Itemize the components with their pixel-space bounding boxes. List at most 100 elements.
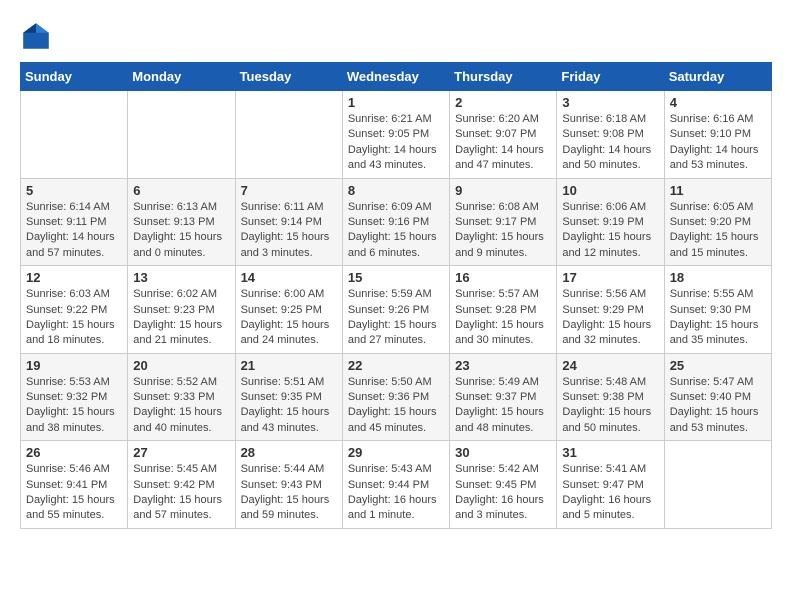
calendar-header: SundayMondayTuesdayWednesdayThursdayFrid…	[21, 63, 772, 91]
calendar-week-5: 26 Sunrise: 5:46 AM Sunset: 9:41 PM Dayli…	[21, 441, 772, 529]
logo-icon	[20, 20, 52, 52]
calendar-cell: 19 Sunrise: 5:53 AM Sunset: 9:32 PM Dayli…	[21, 353, 128, 441]
day-number: 25	[670, 358, 766, 373]
calendar-cell: 9 Sunrise: 6:08 AM Sunset: 9:17 PM Daylig…	[450, 178, 557, 266]
day-info: Sunrise: 5:48 AM Sunset: 9:38 PM Dayligh…	[562, 375, 658, 437]
day-info: Sunrise: 6:16 AM Sunset: 9:10 PM Dayligh…	[670, 112, 766, 174]
weekday-header-saturday: Saturday	[664, 63, 771, 91]
calendar-cell: 12 Sunrise: 6:03 AM Sunset: 9:22 PM Dayli…	[21, 266, 128, 354]
day-info: Sunrise: 5:56 AM Sunset: 9:29 PM Dayligh…	[562, 287, 658, 349]
calendar-cell: 1Sunrise: 6:21 AM Sunset: 9:05 PM Daylig…	[342, 91, 449, 179]
day-info: Sunrise: 5:51 AM Sunset: 9:35 PM Dayligh…	[241, 375, 337, 437]
day-number: 19	[26, 358, 122, 373]
day-number: 28	[241, 445, 337, 460]
day-info: Sunrise: 6:18 AM Sunset: 9:08 PM Dayligh…	[562, 112, 658, 174]
calendar-cell	[235, 91, 342, 179]
day-number: 8	[348, 183, 444, 198]
calendar-table: SundayMondayTuesdayWednesdayThursdayFrid…	[20, 62, 772, 529]
weekday-header-row: SundayMondayTuesdayWednesdayThursdayFrid…	[21, 63, 772, 91]
day-number: 11	[670, 183, 766, 198]
day-number: 31	[562, 445, 658, 460]
calendar-cell: 23 Sunrise: 5:49 AM Sunset: 9:37 PM Dayli…	[450, 353, 557, 441]
calendar-cell: 4Sunrise: 6:16 AM Sunset: 9:10 PM Daylig…	[664, 91, 771, 179]
day-number: 9	[455, 183, 551, 198]
day-number: 3	[562, 95, 658, 110]
calendar-cell: 25 Sunrise: 5:47 AM Sunset: 9:40 PM Dayli…	[664, 353, 771, 441]
weekday-header-thursday: Thursday	[450, 63, 557, 91]
day-info: Sunrise: 6:21 AM Sunset: 9:05 PM Dayligh…	[348, 112, 444, 174]
calendar-week-2: 5 Sunrise: 6:14 AM Sunset: 9:11 PM Daylig…	[21, 178, 772, 266]
day-info: Sunrise: 5:49 AM Sunset: 9:37 PM Dayligh…	[455, 375, 551, 437]
day-number: 12	[26, 270, 122, 285]
day-info: Sunrise: 5:46 AM Sunset: 9:41 PM Dayligh…	[26, 462, 122, 524]
day-number: 16	[455, 270, 551, 285]
day-info: Sunrise: 5:59 AM Sunset: 9:26 PM Dayligh…	[348, 287, 444, 349]
calendar-cell: 28 Sunrise: 5:44 AM Sunset: 9:43 PM Dayli…	[235, 441, 342, 529]
day-info: Sunrise: 5:45 AM Sunset: 9:42 PM Dayligh…	[133, 462, 229, 524]
calendar-cell: 31 Sunrise: 5:41 AM Sunset: 9:47 PM Dayli…	[557, 441, 664, 529]
day-number: 22	[348, 358, 444, 373]
day-info: Sunrise: 6:02 AM Sunset: 9:23 PM Dayligh…	[133, 287, 229, 349]
calendar-cell: 10 Sunrise: 6:06 AM Sunset: 9:19 PM Dayli…	[557, 178, 664, 266]
day-info: Sunrise: 5:55 AM Sunset: 9:30 PM Dayligh…	[670, 287, 766, 349]
calendar-cell: 6Sunrise: 6:13 AM Sunset: 9:13 PM Daylig…	[128, 178, 235, 266]
weekday-header-monday: Monday	[128, 63, 235, 91]
calendar-cell: 5 Sunrise: 6:14 AM Sunset: 9:11 PM Daylig…	[21, 178, 128, 266]
weekday-header-tuesday: Tuesday	[235, 63, 342, 91]
day-info: Sunrise: 5:57 AM Sunset: 9:28 PM Dayligh…	[455, 287, 551, 349]
day-info: Sunrise: 6:05 AM Sunset: 9:20 PM Dayligh…	[670, 200, 766, 262]
day-info: Sunrise: 5:47 AM Sunset: 9:40 PM Dayligh…	[670, 375, 766, 437]
day-info: Sunrise: 5:42 AM Sunset: 9:45 PM Dayligh…	[455, 462, 551, 524]
day-info: Sunrise: 5:41 AM Sunset: 9:47 PM Dayligh…	[562, 462, 658, 524]
day-info: Sunrise: 5:43 AM Sunset: 9:44 PM Dayligh…	[348, 462, 444, 524]
day-info: Sunrise: 6:11 AM Sunset: 9:14 PM Dayligh…	[241, 200, 337, 262]
day-info: Sunrise: 5:44 AM Sunset: 9:43 PM Dayligh…	[241, 462, 337, 524]
day-number: 13	[133, 270, 229, 285]
day-info: Sunrise: 6:00 AM Sunset: 9:25 PM Dayligh…	[241, 287, 337, 349]
calendar-cell: 8Sunrise: 6:09 AM Sunset: 9:16 PM Daylig…	[342, 178, 449, 266]
calendar-cell: 27Sunrise: 5:45 AM Sunset: 9:42 PM Dayli…	[128, 441, 235, 529]
day-info: Sunrise: 5:53 AM Sunset: 9:32 PM Dayligh…	[26, 375, 122, 437]
day-number: 20	[133, 358, 229, 373]
weekday-header-friday: Friday	[557, 63, 664, 91]
day-number: 5	[26, 183, 122, 198]
day-number: 7	[241, 183, 337, 198]
calendar-body: 1Sunrise: 6:21 AM Sunset: 9:05 PM Daylig…	[21, 91, 772, 529]
calendar-cell: 30 Sunrise: 5:42 AM Sunset: 9:45 PM Dayli…	[450, 441, 557, 529]
day-info: Sunrise: 5:52 AM Sunset: 9:33 PM Dayligh…	[133, 375, 229, 437]
calendar-cell: 7 Sunrise: 6:11 AM Sunset: 9:14 PM Daylig…	[235, 178, 342, 266]
calendar-cell: 17 Sunrise: 5:56 AM Sunset: 9:29 PM Dayli…	[557, 266, 664, 354]
logo	[20, 20, 56, 52]
calendar-cell: 21 Sunrise: 5:51 AM Sunset: 9:35 PM Dayli…	[235, 353, 342, 441]
calendar-week-3: 12 Sunrise: 6:03 AM Sunset: 9:22 PM Dayli…	[21, 266, 772, 354]
calendar-cell: 22 Sunrise: 5:50 AM Sunset: 9:36 PM Dayli…	[342, 353, 449, 441]
day-number: 10	[562, 183, 658, 198]
calendar-cell: 2 Sunrise: 6:20 AM Sunset: 9:07 PM Daylig…	[450, 91, 557, 179]
calendar-cell: 18 Sunrise: 5:55 AM Sunset: 9:30 PM Dayli…	[664, 266, 771, 354]
day-number: 17	[562, 270, 658, 285]
day-number: 30	[455, 445, 551, 460]
day-number: 14	[241, 270, 337, 285]
calendar-cell: 13 Sunrise: 6:02 AM Sunset: 9:23 PM Dayli…	[128, 266, 235, 354]
day-number: 6	[133, 183, 229, 198]
day-number: 18	[670, 270, 766, 285]
page-header	[20, 20, 772, 52]
day-number: 24	[562, 358, 658, 373]
day-number: 29	[348, 445, 444, 460]
day-number: 21	[241, 358, 337, 373]
day-number: 2	[455, 95, 551, 110]
day-info: Sunrise: 6:14 AM Sunset: 9:11 PM Dayligh…	[26, 200, 122, 262]
calendar-cell: 3 Sunrise: 6:18 AM Sunset: 9:08 PM Daylig…	[557, 91, 664, 179]
day-info: Sunrise: 6:20 AM Sunset: 9:07 PM Dayligh…	[455, 112, 551, 174]
calendar-cell: 26 Sunrise: 5:46 AM Sunset: 9:41 PM Dayli…	[21, 441, 128, 529]
calendar-cell	[664, 441, 771, 529]
calendar-cell: 15Sunrise: 5:59 AM Sunset: 9:26 PM Dayli…	[342, 266, 449, 354]
weekday-header-wednesday: Wednesday	[342, 63, 449, 91]
calendar-cell: 14 Sunrise: 6:00 AM Sunset: 9:25 PM Dayli…	[235, 266, 342, 354]
day-number: 26	[26, 445, 122, 460]
day-info: Sunrise: 6:03 AM Sunset: 9:22 PM Dayligh…	[26, 287, 122, 349]
day-info: Sunrise: 5:50 AM Sunset: 9:36 PM Dayligh…	[348, 375, 444, 437]
day-info: Sunrise: 6:06 AM Sunset: 9:19 PM Dayligh…	[562, 200, 658, 262]
day-number: 23	[455, 358, 551, 373]
day-info: Sunrise: 6:08 AM Sunset: 9:17 PM Dayligh…	[455, 200, 551, 262]
